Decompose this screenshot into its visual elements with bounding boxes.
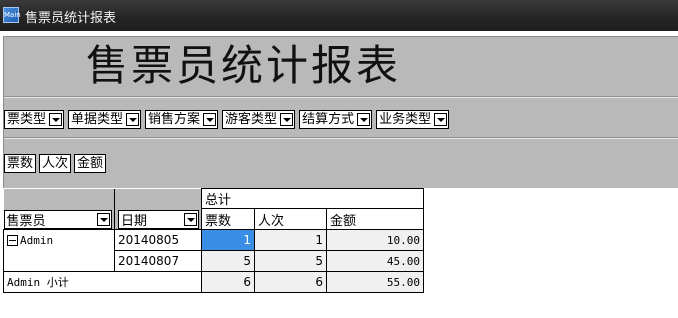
filter-label: 结算方式 bbox=[302, 112, 355, 127]
dropdown-arrow-icon[interactable] bbox=[97, 213, 110, 226]
amount-cell[interactable]: 45.00 bbox=[326, 250, 424, 272]
window-title: 售票员统计报表 bbox=[25, 11, 117, 26]
row-field-cell: 售票员 bbox=[3, 188, 115, 230]
dropdown-arrow-icon[interactable] bbox=[184, 213, 197, 226]
data-field-amount[interactable]: 金额 bbox=[74, 154, 107, 173]
filter-ticket-type[interactable]: 票类型 bbox=[4, 110, 65, 129]
dropdown-arrow-icon[interactable] bbox=[434, 113, 448, 126]
group-name: Admin bbox=[20, 234, 54, 247]
app-icon: Main bbox=[3, 7, 21, 23]
tickets-cell[interactable]: 1 bbox=[201, 229, 255, 251]
filter-visitor-type[interactable]: 游客类型 bbox=[222, 110, 296, 129]
row-field-label: 日期 bbox=[121, 214, 148, 229]
collapse-icon[interactable] bbox=[7, 235, 18, 246]
data-field-tickets[interactable]: 票数 bbox=[4, 154, 37, 173]
pivot-grid: 售票员 日期 总计 票数 人次 金额 Admin 20140805 1 1 10… bbox=[3, 188, 424, 293]
filter-label: 票类型 bbox=[7, 112, 47, 127]
pivot-header-area: 售票员统计报表 票类型 单据类型 销售方案 游客类型 结算方式 业务类型 票数 … bbox=[3, 36, 678, 188]
filter-sales-plan[interactable]: 销售方案 bbox=[145, 110, 219, 129]
subtotal-visits[interactable]: 6 bbox=[254, 271, 327, 293]
column-header-visits[interactable]: 人次 bbox=[254, 208, 327, 230]
divider bbox=[4, 137, 678, 139]
subtotal-tickets[interactable]: 6 bbox=[201, 271, 255, 293]
divider bbox=[4, 96, 678, 98]
row-field-cell: 日期 bbox=[114, 188, 202, 230]
dropdown-arrow-icon[interactable] bbox=[280, 113, 294, 126]
row-field-label: 售票员 bbox=[6, 214, 46, 229]
dropdown-arrow-icon[interactable] bbox=[49, 113, 63, 126]
filter-label: 业务类型 bbox=[379, 112, 432, 127]
group-header-cell: Admin bbox=[3, 229, 115, 272]
dropdown-arrow-icon[interactable] bbox=[126, 113, 140, 126]
filter-label: 销售方案 bbox=[148, 112, 201, 127]
tickets-cell[interactable]: 5 bbox=[201, 250, 255, 272]
column-header-amount[interactable]: 金额 bbox=[326, 208, 424, 230]
column-header-tickets[interactable]: 票数 bbox=[201, 208, 255, 230]
date-cell[interactable]: 20140805 bbox=[114, 229, 202, 251]
filter-business-type[interactable]: 业务类型 bbox=[376, 110, 450, 129]
amount-cell[interactable]: 10.00 bbox=[326, 229, 424, 251]
dropdown-arrow-icon[interactable] bbox=[357, 113, 371, 126]
row-field-cashier[interactable]: 售票员 bbox=[3, 210, 112, 229]
title-bar: Main 售票员统计报表 bbox=[0, 0, 678, 31]
filter-settlement-method[interactable]: 结算方式 bbox=[299, 110, 373, 129]
date-cell[interactable]: 20140807 bbox=[114, 250, 202, 272]
column-group-header: 总计 bbox=[201, 188, 424, 209]
subtotal-label: Admin 小计 bbox=[3, 271, 202, 293]
filter-label: 游客类型 bbox=[225, 112, 278, 127]
filter-label: 单据类型 bbox=[71, 112, 124, 127]
dropdown-arrow-icon[interactable] bbox=[203, 113, 217, 126]
filter-document-type[interactable]: 单据类型 bbox=[68, 110, 142, 129]
data-field-visits[interactable]: 人次 bbox=[39, 154, 72, 173]
visits-cell[interactable]: 5 bbox=[254, 250, 327, 272]
filter-field-row: 票类型 单据类型 销售方案 游客类型 结算方式 业务类型 bbox=[4, 110, 453, 130]
visits-cell[interactable]: 1 bbox=[254, 229, 327, 251]
report-pane: 售票员统计报表 票类型 单据类型 销售方案 游客类型 结算方式 业务类型 票数 … bbox=[0, 31, 678, 318]
report-title: 售票员统计报表 bbox=[86, 41, 402, 90]
subtotal-amount[interactable]: 55.00 bbox=[326, 271, 424, 293]
row-field-date[interactable]: 日期 bbox=[118, 210, 199, 229]
data-field-row: 票数 人次 金额 bbox=[4, 154, 109, 173]
